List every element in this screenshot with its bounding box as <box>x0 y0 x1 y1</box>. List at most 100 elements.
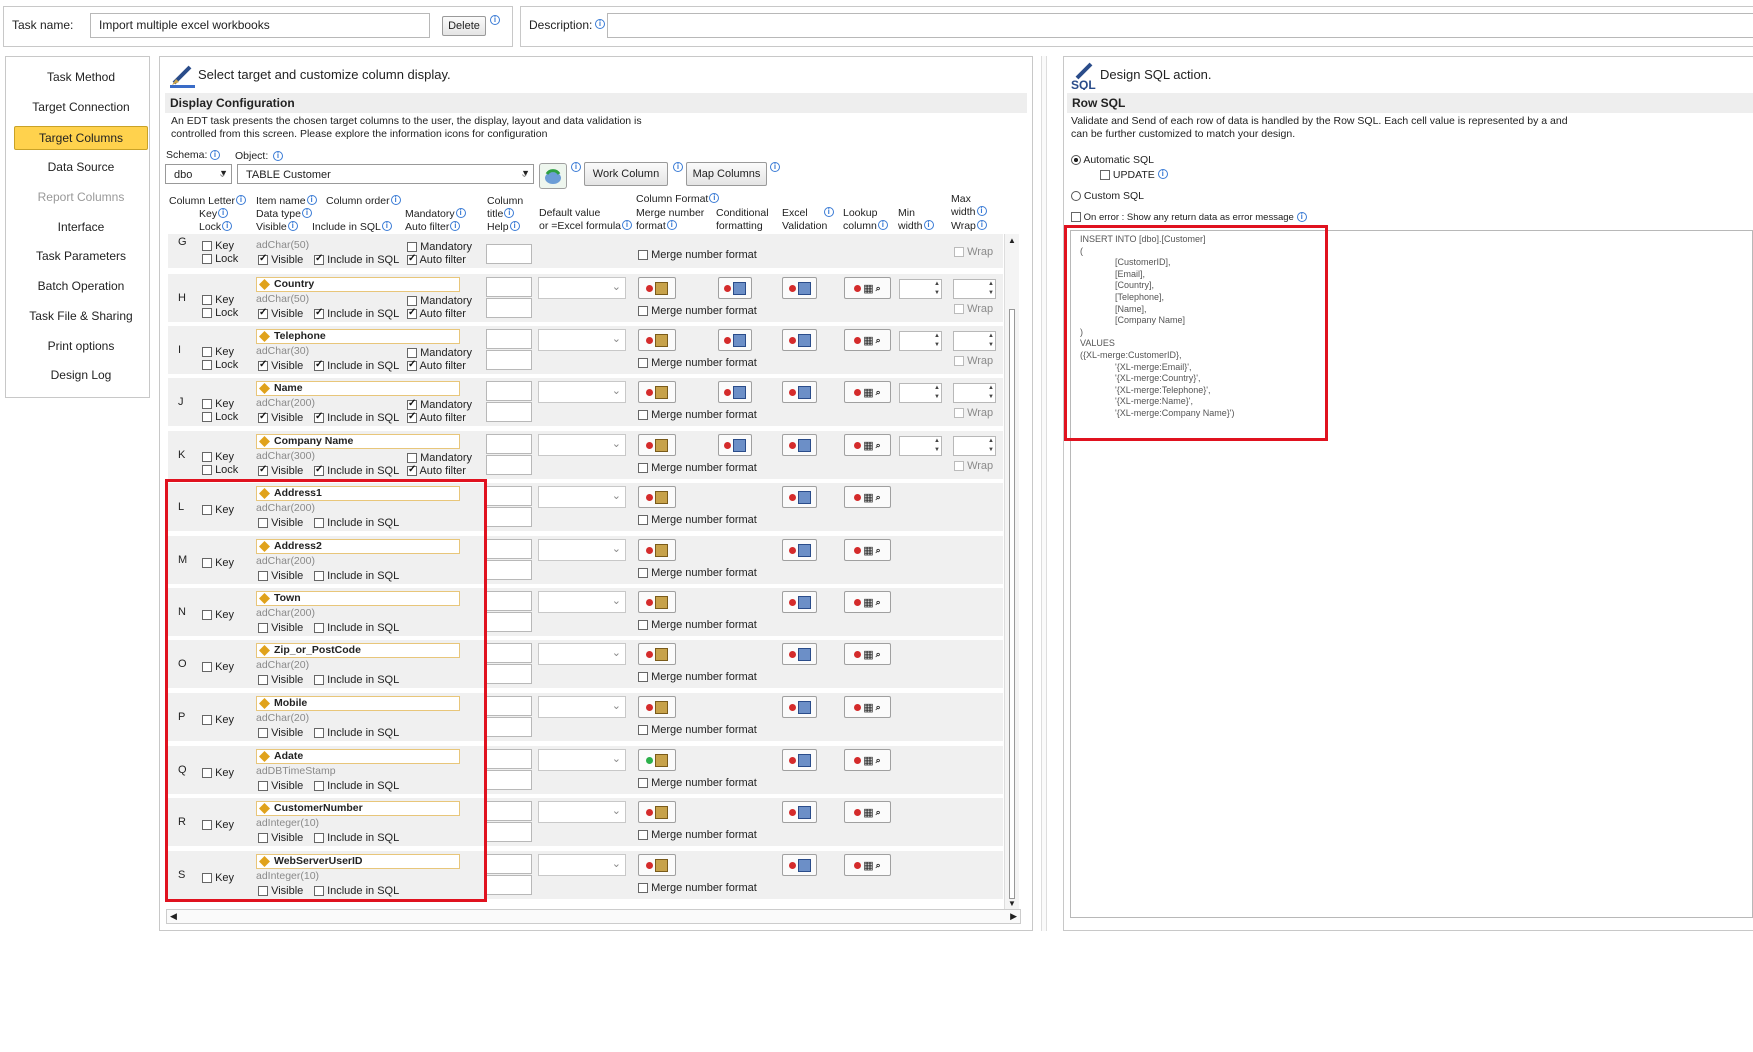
include-sql-checkbox[interactable] <box>314 833 324 844</box>
visible-checkbox[interactable] <box>258 359 268 372</box>
merge-format-checkbox[interactable] <box>638 883 648 894</box>
task-name-input[interactable]: Import multiple excel workbooks <box>90 13 430 38</box>
key-checkbox[interactable] <box>202 505 212 516</box>
map-columns-info-icon[interactable] <box>770 162 780 172</box>
key-checkbox[interactable] <box>202 452 212 463</box>
excel-validation-button[interactable] <box>782 854 817 876</box>
delete-button[interactable]: Delete <box>442 16 486 36</box>
column-help-input[interactable] <box>486 717 532 737</box>
work-column-info-icon[interactable] <box>673 162 683 172</box>
item-name-field[interactable]: Mobile <box>256 696 460 711</box>
lookup-column-button[interactable]: ▦ ⌕ <box>844 381 891 403</box>
visible-checkbox[interactable] <box>258 623 268 634</box>
key-checkbox[interactable] <box>202 295 212 306</box>
excel-validation-button[interactable] <box>782 329 817 351</box>
default-value-input[interactable] <box>538 434 626 456</box>
auto-filter-checkbox[interactable] <box>407 464 417 477</box>
info-icon[interactable] <box>218 208 229 218</box>
include-sql-checkbox[interactable] <box>314 307 324 320</box>
refresh-info-icon[interactable] <box>571 162 581 172</box>
default-value-input[interactable] <box>538 749 626 771</box>
lookup-column-button[interactable]: ▦ ⌕ <box>844 591 891 613</box>
merge-format-button[interactable] <box>638 539 676 561</box>
min-width-input[interactable] <box>899 331 942 351</box>
lookup-column-button[interactable]: ▦ ⌕ <box>844 329 891 351</box>
max-width-input[interactable] <box>953 383 996 403</box>
max-width-input[interactable] <box>953 279 996 299</box>
merge-format-checkbox[interactable] <box>638 410 648 421</box>
excel-validation-button[interactable] <box>782 486 817 508</box>
default-value-input[interactable] <box>538 801 626 823</box>
column-order-icon[interactable] <box>259 856 270 867</box>
merge-format-button[interactable] <box>638 696 676 718</box>
sidebar-item-print-options[interactable]: Print options <box>14 334 148 358</box>
item-name-field[interactable]: Adate <box>256 749 460 764</box>
excel-validation-button[interactable] <box>782 749 817 771</box>
column-title-input[interactable] <box>486 591 532 611</box>
default-value-input[interactable] <box>538 643 626 665</box>
wrap-checkbox[interactable] <box>954 304 964 315</box>
default-value-input[interactable] <box>538 696 626 718</box>
include-sql-checkbox[interactable] <box>314 728 324 739</box>
info-icon[interactable] <box>235 195 246 205</box>
visible-checkbox[interactable] <box>258 253 268 266</box>
item-name-field[interactable]: Address2 <box>256 539 460 554</box>
sidebar-item-task-file-sharing[interactable]: Task File & Sharing <box>14 304 148 328</box>
column-order-icon[interactable] <box>259 541 270 552</box>
default-value-input[interactable] <box>538 381 626 403</box>
include-sql-checkbox[interactable] <box>314 886 324 897</box>
column-order-icon[interactable] <box>259 331 270 342</box>
conditional-formatting-button[interactable] <box>718 434 752 456</box>
include-sql-checkbox[interactable] <box>314 253 324 266</box>
automatic-sql-option[interactable]: Automatic SQL <box>1071 154 1154 166</box>
key-checkbox[interactable] <box>202 768 212 779</box>
column-order-icon[interactable] <box>259 436 270 447</box>
column-order-icon[interactable] <box>259 698 270 709</box>
sidebar-item-batch-operation[interactable]: Batch Operation <box>14 274 148 298</box>
max-width-input[interactable] <box>953 331 996 351</box>
sidebar-item-target-connection[interactable]: Target Connection <box>14 95 148 119</box>
column-order-icon[interactable] <box>259 803 270 814</box>
default-value-input[interactable] <box>538 277 626 299</box>
column-help-input[interactable] <box>486 507 532 527</box>
item-name-field[interactable]: CustomerNumber <box>256 801 460 816</box>
key-checkbox[interactable] <box>202 873 212 884</box>
merge-format-checkbox[interactable] <box>638 620 648 631</box>
sidebar-item-target-columns[interactable]: Target Columns <box>14 126 148 150</box>
auto-filter-checkbox[interactable] <box>407 359 417 372</box>
lock-checkbox[interactable] <box>202 360 212 371</box>
wrap-checkbox[interactable] <box>954 461 964 472</box>
info-icon[interactable] <box>381 221 392 231</box>
merge-format-checkbox[interactable] <box>638 358 648 369</box>
visible-checkbox[interactable] <box>258 518 268 529</box>
item-name-field[interactable]: Town <box>256 591 460 606</box>
visible-checkbox[interactable] <box>258 464 268 477</box>
column-title-input[interactable] <box>486 381 532 401</box>
lookup-column-button[interactable]: ▦ ⌕ <box>844 801 891 823</box>
info-icon[interactable] <box>709 193 720 203</box>
column-order-icon[interactable] <box>259 383 270 394</box>
min-width-input[interactable] <box>899 436 942 456</box>
include-sql-checkbox[interactable] <box>314 781 324 792</box>
lock-checkbox[interactable] <box>202 465 212 476</box>
column-help-input[interactable] <box>486 350 532 370</box>
lookup-column-button[interactable]: ▦ ⌕ <box>844 539 891 561</box>
item-name-field[interactable]: Name <box>256 381 460 396</box>
conditional-formatting-button[interactable] <box>718 381 752 403</box>
lock-checkbox[interactable] <box>202 254 212 265</box>
column-title-input[interactable] <box>486 486 532 506</box>
item-name-field[interactable]: Country <box>256 277 460 292</box>
object-info-icon[interactable] <box>273 151 283 161</box>
column-help-input[interactable] <box>486 664 532 684</box>
excel-validation-button[interactable] <box>782 434 817 456</box>
column-title-input[interactable] <box>486 277 532 297</box>
column-title-input[interactable] <box>486 643 532 663</box>
mandatory-checkbox[interactable] <box>407 453 417 464</box>
visible-checkbox[interactable] <box>258 781 268 792</box>
mandatory-checkbox[interactable] <box>407 242 417 253</box>
default-value-input[interactable] <box>538 591 626 613</box>
object-select[interactable]: TABLE Customer ▼ <box>237 164 534 184</box>
column-help-input[interactable] <box>486 822 532 842</box>
key-checkbox[interactable] <box>202 399 212 410</box>
min-width-input[interactable] <box>899 383 942 403</box>
